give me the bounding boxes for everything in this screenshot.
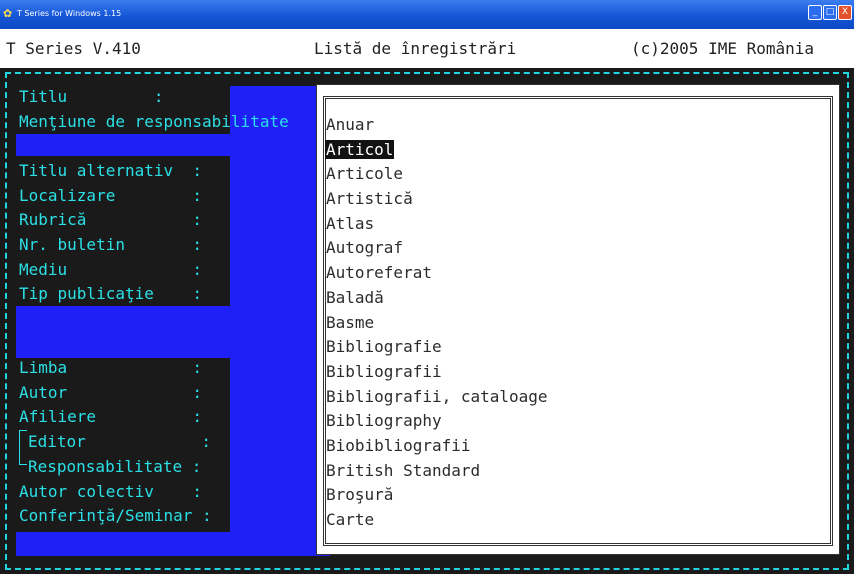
list-item[interactable]: Autoreferat — [325, 261, 549, 286]
list-item-label: Bibliografie — [326, 337, 442, 357]
field-title: Titlu : — [19, 87, 164, 106]
list-item[interactable]: Bibliografie — [325, 335, 549, 360]
header-line: T Series V.410 Listă de înregistrări (c)… — [0, 29, 854, 67]
list-item[interactable]: Autograf — [325, 236, 549, 261]
list-item-label: Articol — [325, 139, 395, 159]
field-affiliation: Afiliere : — [19, 407, 203, 426]
screen-title: Listă de înregistrări — [314, 39, 517, 58]
list-item-label: Biobibliografii — [326, 435, 471, 455]
field-rubric: Rubrică : — [19, 210, 203, 229]
window-controls: _ □ X — [808, 5, 852, 22]
list-item[interactable]: Bibliografii — [325, 360, 549, 385]
field-language: Limba : — [19, 358, 203, 377]
list-item-label: Bibliografii, cataloage — [326, 386, 548, 406]
close-button[interactable]: X — [838, 5, 852, 20]
list-item[interactable]: Bibliography — [325, 409, 549, 434]
field-responsibility: Menţiune de responsabilitate — [19, 112, 289, 131]
field-publication-type: Tip publicaţie : — [19, 284, 203, 303]
field-corporate-author: Autor colectiv : — [19, 482, 203, 501]
list-item-label: British Standard — [326, 460, 481, 480]
list-item-label: Articole — [326, 164, 404, 184]
list-item-label: Artistică — [326, 189, 413, 209]
publication-type-list[interactable]: Anuar Articol Articole Artistică Atlas Autogr… — [325, 113, 549, 533]
list-item-label: Bibliography — [326, 411, 442, 431]
list-item-label: Anuar — [326, 115, 375, 134]
list-item[interactable]: British Standard — [325, 459, 549, 484]
publication-type-popup[interactable]: Anuar Articol Articole Artistică Atlas Autogr… — [316, 84, 840, 555]
list-item-label: Autograf — [326, 238, 404, 258]
field-author: Autor : — [19, 383, 203, 402]
maximize-button[interactable]: □ — [823, 5, 837, 20]
minimize-button[interactable]: _ — [808, 5, 822, 20]
list-item-selected[interactable]: Articol — [325, 138, 549, 163]
list-item-label: Broşură — [326, 485, 394, 505]
list-item[interactable]: Carte — [325, 508, 549, 533]
list-item-label: Carte — [326, 510, 375, 529]
conference-value[interactable] — [16, 532, 316, 556]
app-icon: ✿ — [3, 7, 13, 20]
list-item[interactable]: Bibliografii, cataloage — [325, 385, 549, 410]
field-responsibility-editor: Responsabilitate : — [28, 457, 202, 476]
list-item[interactable]: Broşură — [325, 483, 549, 508]
group-bracket-top — [19, 430, 27, 451]
window-titlebar[interactable]: ✿ T Series for Windows 1.15 _ □ X — [0, 0, 854, 29]
list-item-label: Atlas — [326, 213, 375, 233]
responsibility-value[interactable] — [16, 134, 316, 156]
field-editor: Editor : — [28, 432, 212, 451]
window-title: T Series for Windows 1.15 — [17, 9, 122, 18]
list-item[interactable]: Anuar — [325, 113, 549, 138]
version-label: T Series V.410 — [6, 39, 141, 58]
list-item[interactable]: Basme — [325, 311, 549, 336]
field-medium: Mediu : — [19, 260, 203, 279]
list-item[interactable]: Articole — [325, 162, 549, 187]
copyright-label: (c)2005 IME România — [631, 39, 815, 58]
list-item-label: Autoreferat — [326, 263, 432, 283]
publication-type-value[interactable] — [16, 306, 316, 358]
group-bracket-bottom — [19, 450, 27, 465]
list-item[interactable]: Atlas — [325, 212, 549, 237]
list-item[interactable]: Biobibliografii — [325, 434, 549, 459]
field-alternative-title: Titlu alternativ : — [19, 161, 203, 180]
list-item[interactable]: Baladă — [325, 286, 549, 311]
field-conference: Conferinţă/Seminar : — [19, 506, 212, 525]
list-item-label: Baladă — [326, 287, 384, 307]
list-item-label: Basme — [326, 312, 375, 332]
list-item[interactable]: Artistică — [325, 187, 549, 212]
field-location: Localizare : — [19, 186, 203, 205]
list-item-label: Bibliografii — [326, 361, 442, 381]
field-bulletin-number: Nr. buletin : — [19, 235, 203, 254]
